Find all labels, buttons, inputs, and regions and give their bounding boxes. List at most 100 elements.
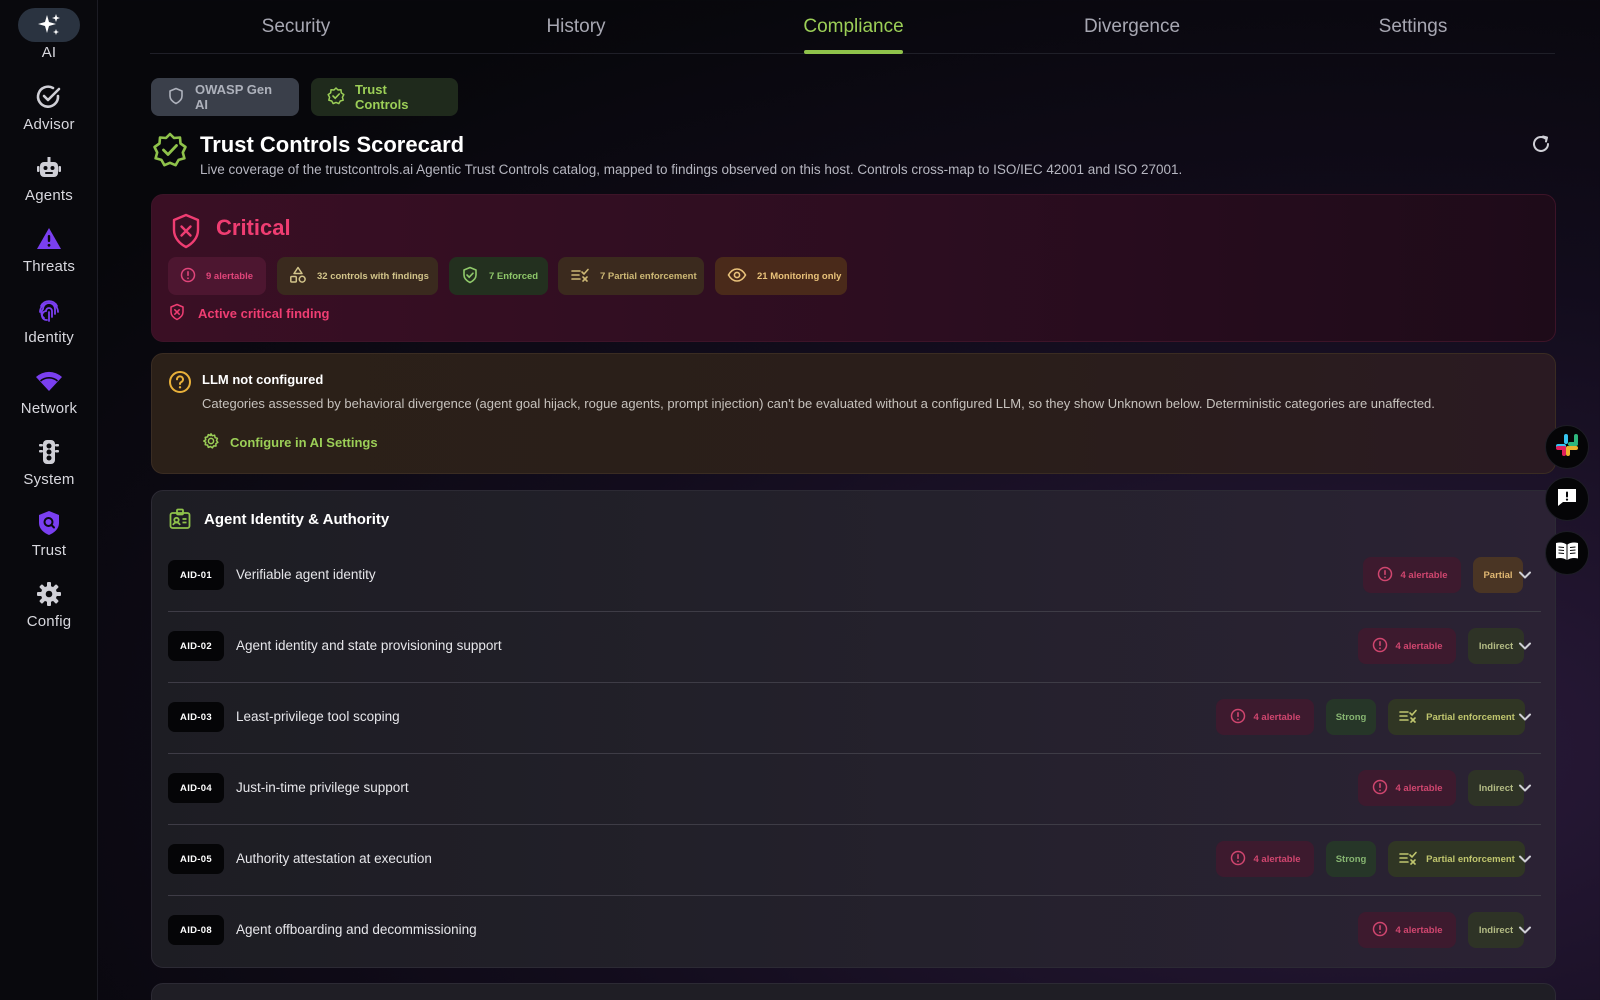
alert-circle-icon	[180, 267, 196, 286]
alert-circle-icon	[1230, 708, 1246, 727]
subtab-trust-controls[interactable]: Trust Controls	[311, 78, 458, 116]
alertable-count: 4 alertable	[1253, 711, 1301, 723]
sparkles-icon	[18, 8, 80, 42]
wifi-icon	[18, 364, 80, 398]
partial-enforcement-badge: 7 Partial enforcement	[558, 257, 704, 295]
chevron-down-icon[interactable]	[1515, 707, 1535, 727]
sidebar-item-label: System	[23, 471, 75, 488]
question-circle-icon	[168, 370, 192, 399]
list-check-icon	[1398, 708, 1418, 727]
alert-circle-icon	[1377, 566, 1393, 585]
enforcement-label: Partial enforcement	[1426, 711, 1515, 723]
control-row[interactable]: AID-02 Agent identity and state provisio…	[168, 612, 1541, 683]
shield-x-icon	[168, 303, 186, 324]
top-tabs: Security History Compliance Divergence S…	[150, 0, 1555, 54]
control-id: AID-01	[168, 560, 224, 590]
slack-button[interactable]	[1545, 425, 1589, 469]
list-check-icon	[570, 267, 590, 286]
sidebar-item-system[interactable]: System	[0, 435, 98, 505]
feedback-button[interactable]	[1545, 477, 1589, 521]
traffic-light-icon	[18, 435, 80, 469]
control-row[interactable]: AID-08 Agent offboarding and decommissio…	[168, 896, 1541, 967]
control-name: Just-in-time privilege support	[236, 780, 409, 795]
partial-count: 7 Partial enforcement	[600, 270, 697, 282]
badge-check-icon	[327, 86, 345, 108]
tab-history[interactable]: History	[541, 0, 611, 54]
sidebar-item-trust[interactable]: Trust	[0, 506, 98, 576]
sidebar-item-label: Advisor	[23, 116, 75, 133]
findings-badge: 32 controls with findings	[277, 257, 438, 295]
subtab-owasp-gen-ai[interactable]: OWASP Gen AI	[151, 78, 299, 116]
alert-circle-icon	[1372, 779, 1388, 798]
control-name: Agent identity and state provisioning su…	[236, 638, 502, 653]
alertable-count: 4 alertable	[1395, 640, 1443, 652]
sidebar-item-config[interactable]: Config	[0, 577, 98, 647]
shapes-icon	[289, 266, 307, 287]
sidebar-item-agents[interactable]: Agents	[0, 151, 98, 221]
check-circle-icon	[18, 80, 80, 114]
alert-circle-icon	[1230, 850, 1246, 869]
control-name: Agent offboarding and decommissioning	[236, 922, 477, 937]
list-check-icon	[1398, 850, 1418, 869]
gear-icon	[18, 577, 80, 611]
findings-count: 32 controls with findings	[317, 270, 429, 282]
monitoring-count: 21 Monitoring only	[757, 270, 842, 282]
refresh-icon[interactable]	[1530, 133, 1552, 160]
sidebar-item-identity[interactable]: Identity	[0, 293, 98, 363]
chevron-down-icon[interactable]	[1515, 565, 1535, 585]
tab-settings[interactable]: Settings	[1378, 0, 1448, 54]
subtab-label: OWASP Gen AI	[195, 82, 273, 112]
tab-compliance[interactable]: Compliance	[803, 0, 904, 54]
tab-divergence[interactable]: Divergence	[1084, 0, 1180, 54]
coverage-badge: Strong	[1326, 699, 1376, 735]
sidebar-item-ai[interactable]: AI	[0, 8, 98, 78]
sidebar-item-advisor[interactable]: Advisor	[0, 80, 98, 150]
enforcement-badge: Partial enforcement	[1388, 841, 1525, 877]
robot-icon	[18, 151, 80, 185]
control-row[interactable]: AID-01 Verifiable agent identity 4 alert…	[168, 541, 1541, 612]
control-row[interactable]: AID-03 Least-privilege tool scoping 4 al…	[168, 683, 1541, 754]
configure-ai-settings-link[interactable]: Configure in AI Settings	[202, 432, 378, 453]
enforcement-label: Partial enforcement	[1426, 853, 1515, 865]
sidebar-item-label: Threats	[22, 258, 76, 275]
control-id: AID-03	[168, 702, 224, 732]
shield-icon	[167, 87, 185, 108]
control-row[interactable]: AID-05 Authority attestation at executio…	[168, 825, 1541, 896]
sidebar-item-threats[interactable]: Threats	[0, 222, 98, 292]
chevron-down-icon[interactable]	[1515, 636, 1535, 656]
sidebar-item-label: Network	[20, 400, 78, 417]
docs-button[interactable]	[1545, 531, 1589, 575]
alertable-count: 4 alertable	[1395, 924, 1443, 936]
active-finding-label: Active critical finding	[198, 306, 330, 321]
enforced-count: 7 Enforced	[489, 270, 539, 282]
alertable-badge: 9 alertable	[168, 257, 266, 295]
control-name: Least-privilege tool scoping	[236, 709, 400, 724]
chevron-down-icon[interactable]	[1515, 920, 1535, 940]
section-agent-identity-authority: Agent Identity & Authority AID-01 Verifi…	[151, 490, 1556, 968]
alertable-badge: 4 alertable	[1363, 557, 1461, 593]
control-row[interactable]: AID-04 Just-in-time privilege support 4 …	[168, 754, 1541, 825]
message-alert-icon	[1555, 485, 1579, 514]
sidebar-item-label: Trust	[31, 542, 67, 559]
alertable-count: 9 alertable	[206, 270, 253, 282]
sidebar-item-network[interactable]: Network	[0, 364, 98, 434]
next-section-card	[151, 983, 1556, 1000]
llm-notice-title: LLM not configured	[202, 372, 324, 387]
eye-icon	[727, 267, 747, 286]
alertable-badge: 4 alertable	[1358, 770, 1456, 806]
page-subtitle: Live coverage of the trustcontrols.ai Ag…	[200, 162, 1183, 177]
monitoring-badge: 21 Monitoring only	[715, 257, 847, 295]
book-open-icon	[1554, 540, 1580, 567]
slack-icon	[1554, 432, 1580, 463]
configure-link-label: Configure in AI Settings	[230, 435, 378, 450]
fingerprint-icon	[18, 293, 80, 327]
alertable-badge: 4 alertable	[1216, 699, 1314, 735]
id-badge-icon	[168, 507, 192, 536]
control-name: Authority attestation at execution	[236, 851, 432, 866]
tab-security[interactable]: Security	[256, 0, 336, 54]
chevron-down-icon[interactable]	[1515, 849, 1535, 869]
llm-notice-card: LLM not configured Categories assessed b…	[151, 353, 1556, 474]
alertable-badge: 4 alertable	[1358, 912, 1456, 948]
chevron-down-icon[interactable]	[1515, 778, 1535, 798]
control-name: Verifiable agent identity	[236, 567, 376, 582]
